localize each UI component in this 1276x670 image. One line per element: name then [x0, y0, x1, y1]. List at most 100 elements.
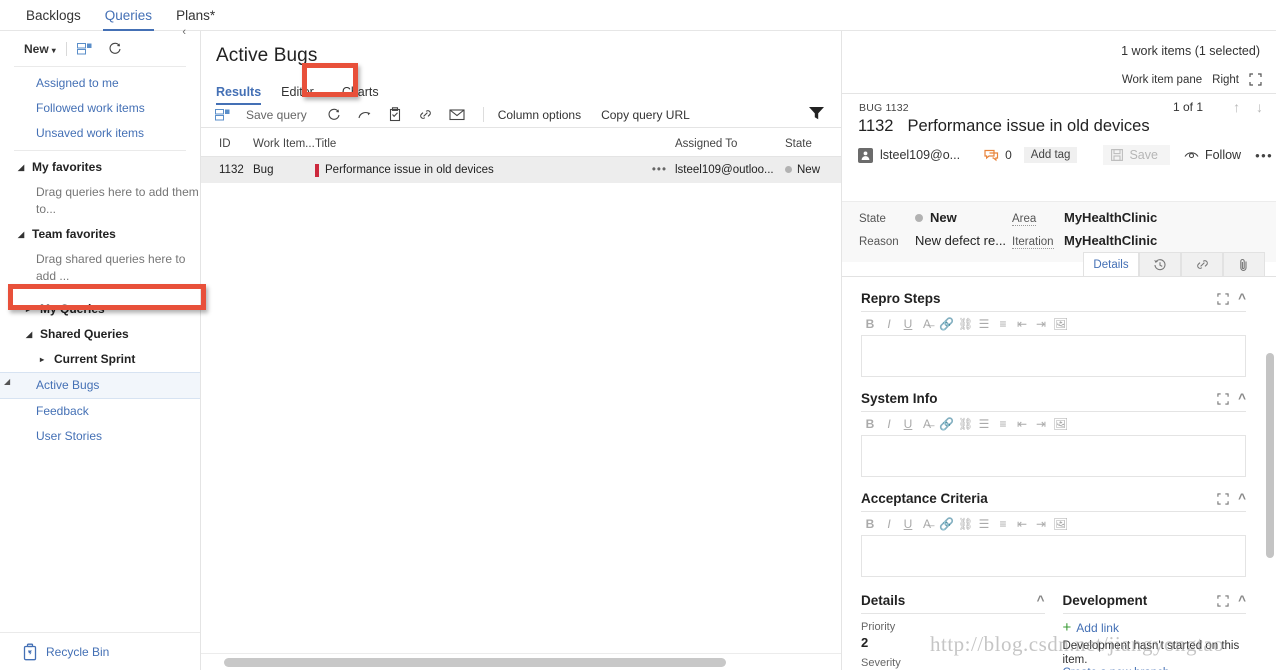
arrow-down-icon[interactable]: ↓	[1256, 99, 1263, 115]
sidebar-group-my-queries[interactable]: ▸ My Queries	[0, 297, 200, 322]
column-header-assigned-to[interactable]: Assigned To	[675, 138, 785, 150]
new-work-item-icon[interactable]	[388, 107, 402, 122]
vertical-scrollbar-thumb[interactable]	[1266, 353, 1274, 558]
chevron-up-icon[interactable]: ^	[1238, 593, 1246, 608]
expand-icon[interactable]	[1217, 292, 1229, 305]
row-context-menu-icon[interactable]: •••	[652, 164, 667, 176]
field-value-reason[interactable]: New defect re...	[915, 233, 1006, 248]
sidebar-item-current-sprint[interactable]: ▸ Current Sprint	[0, 347, 200, 372]
expand-icon[interactable]	[1217, 594, 1229, 607]
column-header-id[interactable]: ID	[201, 138, 253, 150]
underline-icon[interactable]: U	[901, 317, 915, 331]
image-icon[interactable]: 🖼	[1053, 517, 1068, 531]
tab-details[interactable]: Details	[1083, 252, 1139, 276]
link-icon[interactable]: 🔗	[939, 417, 954, 431]
bold-icon[interactable]: B	[863, 417, 877, 431]
expand-icon[interactable]	[1217, 392, 1229, 405]
chevron-up-icon[interactable]: ^	[1238, 391, 1246, 406]
chevron-up-icon[interactable]: ^	[1238, 291, 1246, 306]
link-icon[interactable]	[418, 108, 433, 122]
bold-icon[interactable]: B	[863, 317, 877, 331]
save-query-button[interactable]: Save query	[246, 108, 307, 122]
expand-icon[interactable]	[1217, 492, 1229, 505]
topnav-tab-plans[interactable]: Plans*	[164, 0, 227, 31]
email-icon[interactable]	[449, 108, 465, 121]
indent-icon[interactable]: ⇥	[1034, 317, 1048, 331]
underline-icon[interactable]: U	[901, 417, 915, 431]
field-value-iteration[interactable]: MyHealthClinic	[1064, 233, 1157, 248]
topnav-tab-backlogs[interactable]: Backlogs	[14, 0, 93, 31]
image-icon[interactable]: 🖼	[1053, 417, 1068, 431]
italic-icon[interactable]: I	[882, 417, 896, 431]
horizontal-scrollbar[interactable]	[201, 653, 841, 670]
refresh-icon[interactable]	[108, 42, 122, 56]
numbered-list-icon[interactable]: ≡	[996, 417, 1010, 431]
bulleted-list-icon[interactable]: ☰	[977, 317, 991, 331]
tab-attachments[interactable]	[1223, 252, 1265, 276]
tab-history[interactable]	[1139, 252, 1181, 276]
outdent-icon[interactable]: ⇤	[1015, 417, 1029, 431]
underline-icon[interactable]: U	[901, 517, 915, 531]
topnav-tab-queries[interactable]: Queries	[93, 0, 164, 31]
field-value-area[interactable]: MyHealthClinic	[1064, 210, 1157, 225]
add-tag-button[interactable]: Add tag	[1023, 147, 1078, 163]
column-header-work-item-type[interactable]: Work Item...	[253, 138, 315, 150]
work-item-title[interactable]: Performance issue in old devices	[907, 117, 1149, 135]
italic-icon[interactable]: I	[882, 317, 896, 331]
column-header-title[interactable]: Title	[315, 138, 675, 150]
sidebar-link-unsaved-work-items[interactable]: Unsaved work items	[0, 121, 200, 146]
clear-format-icon[interactable]: A̶	[920, 317, 934, 331]
indent-icon[interactable]: ⇥	[1034, 517, 1048, 531]
expand-icon[interactable]	[1249, 73, 1262, 86]
sidebar-item-feedback[interactable]: Feedback	[0, 399, 200, 424]
work-item-assignee[interactable]: lsteel109@o...	[880, 148, 960, 162]
repro-steps-input[interactable]	[861, 335, 1246, 377]
save-query-icon[interactable]	[215, 108, 230, 122]
image-icon[interactable]: 🖼	[1053, 317, 1068, 331]
sidebar-group-team-favorites[interactable]: ◢ Team favorites	[0, 222, 200, 247]
discussion-icon[interactable]	[984, 149, 999, 162]
bold-icon[interactable]: B	[863, 517, 877, 531]
more-actions-icon[interactable]: •••	[1255, 148, 1273, 163]
outdent-icon[interactable]: ⇤	[1015, 517, 1029, 531]
unlink-icon[interactable]: ⛓	[958, 317, 973, 331]
unlink-icon[interactable]: ⛓	[958, 417, 973, 431]
new-query-button[interactable]: New ▾	[24, 42, 56, 56]
revert-arrow-icon[interactable]	[357, 108, 372, 122]
link-icon[interactable]: 🔗	[939, 317, 954, 331]
column-options-button[interactable]: Column options	[498, 108, 581, 122]
sidebar-group-my-favorites[interactable]: ◢ My favorites	[0, 155, 200, 180]
indent-icon[interactable]: ⇥	[1034, 417, 1048, 431]
numbered-list-icon[interactable]: ≡	[996, 317, 1010, 331]
table-row[interactable]: 1132 Bug Performance issue in old device…	[201, 157, 841, 183]
numbered-list-icon[interactable]: ≡	[996, 517, 1010, 531]
vertical-scrollbar[interactable]	[1263, 277, 1276, 670]
horizontal-scrollbar-thumb[interactable]	[224, 658, 726, 667]
clear-format-icon[interactable]: A̶	[920, 517, 934, 531]
outdent-icon[interactable]: ⇤	[1015, 317, 1029, 331]
field-value-state[interactable]: New	[915, 210, 957, 225]
unlink-icon[interactable]: ⛓	[958, 517, 973, 531]
sidebar-item-active-bugs[interactable]: Active Bugs ◢	[0, 372, 200, 399]
link-icon[interactable]: 🔗	[939, 517, 954, 531]
bulleted-list-icon[interactable]: ☰	[977, 417, 991, 431]
recycle-bin-item[interactable]: Recycle Bin	[0, 632, 200, 670]
clear-format-icon[interactable]: A̶	[920, 417, 934, 431]
column-header-state[interactable]: State	[785, 138, 841, 150]
follow-button[interactable]: Follow	[1184, 148, 1241, 162]
copy-query-url-button[interactable]: Copy query URL	[601, 108, 690, 122]
add-link-button[interactable]: + Add link	[1063, 620, 1247, 635]
arrow-up-icon[interactable]: ↑	[1233, 99, 1240, 115]
filter-icon[interactable]	[808, 105, 825, 121]
bulleted-list-icon[interactable]: ☰	[977, 517, 991, 531]
work-item-pane-position[interactable]: Right	[1212, 74, 1239, 86]
sidebar-link-assigned-to-me[interactable]: Assigned to me	[0, 71, 200, 96]
columns-icon[interactable]	[76, 42, 92, 56]
acceptance-criteria-input[interactable]	[861, 535, 1246, 577]
system-info-input[interactable]	[861, 435, 1246, 477]
chevron-up-icon[interactable]: ^	[1238, 491, 1246, 506]
sidebar-item-user-stories[interactable]: User Stories	[0, 424, 200, 449]
collapse-sidebar-icon[interactable]: ‹	[182, 26, 186, 38]
sidebar-link-followed-work-items[interactable]: Followed work items	[0, 96, 200, 121]
save-button[interactable]: Save	[1103, 145, 1170, 165]
